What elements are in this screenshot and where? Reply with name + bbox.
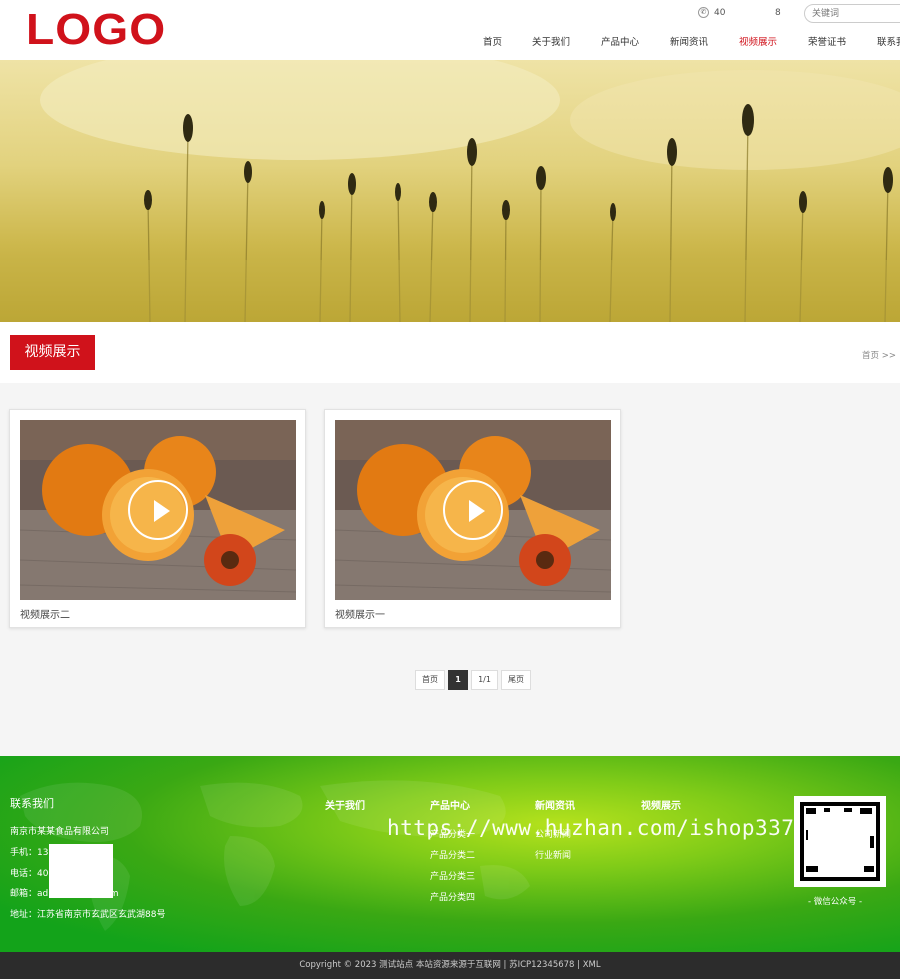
search-input[interactable] bbox=[804, 4, 900, 23]
footer-col-about[interactable]: 关于我们 bbox=[325, 797, 365, 812]
play-icon[interactable] bbox=[128, 480, 188, 540]
video-thumbnail[interactable] bbox=[335, 420, 611, 600]
wheat-field-image bbox=[0, 60, 900, 322]
section-header: 视频展示 首页 >> bbox=[0, 322, 900, 383]
footer-company: 南京市某某食品有限公司 bbox=[10, 827, 110, 837]
video-list-area: 视频展示二 视频展示一 首页 1 1/1 尾页 bbox=[0, 383, 900, 756]
video-title[interactable]: 视频展示二 bbox=[20, 606, 70, 621]
page-title: 视频展示 bbox=[10, 335, 95, 370]
video-title[interactable]: 视频展示一 bbox=[335, 606, 385, 621]
footer-mobile: 手机：13 bbox=[10, 848, 49, 858]
site-header: LOGO ✆ 40 8 首页 关于我们 产品中心 新闻资讯 视频展示 荣誉证书 … bbox=[0, 0, 900, 60]
nav-item-news[interactable]: 新闻资讯 bbox=[670, 34, 708, 48]
nav-item-home[interactable]: 首页 bbox=[483, 34, 502, 48]
footer-col-videos[interactable]: 视频展示 bbox=[641, 797, 681, 812]
site-logo[interactable]: LOGO bbox=[26, 7, 166, 53]
play-icon[interactable] bbox=[443, 480, 503, 540]
nav-item-videos[interactable]: 视频展示 bbox=[739, 34, 777, 48]
page-current-button[interactable]: 1 bbox=[448, 670, 468, 690]
footer-link-product-cat-2[interactable]: 产品分类二 bbox=[430, 848, 475, 861]
footer-tel: 电话：40 bbox=[10, 869, 49, 879]
site-footer: 联系我们 南京市某某食品有限公司 手机：13 电话：40 邮箱：adcom 地址… bbox=[0, 756, 900, 952]
qr-code-label: - 微信公众号 - bbox=[808, 897, 863, 907]
watermark-text: https://www.huzhan.com/ishop33781 bbox=[387, 816, 821, 840]
page-last-button[interactable]: 尾页 bbox=[501, 670, 531, 690]
footer-address: 地址：江苏省南京市玄武区玄武湖88号 bbox=[10, 910, 166, 920]
redaction-block bbox=[49, 844, 113, 898]
footer-col-products[interactable]: 产品中心 bbox=[430, 797, 470, 812]
footer-contact-heading: 联系我们 bbox=[10, 797, 54, 810]
breadcrumb[interactable]: 首页 >> bbox=[862, 349, 896, 361]
footer-link-product-cat-4[interactable]: 产品分类四 bbox=[430, 890, 475, 903]
phone-number: 40 bbox=[714, 8, 726, 18]
phone-number-tail: 8 bbox=[775, 8, 781, 18]
video-thumbnail[interactable] bbox=[20, 420, 296, 600]
nav-item-products[interactable]: 产品中心 bbox=[601, 34, 639, 48]
page-count: 1/1 bbox=[471, 670, 498, 690]
qr-code-icon bbox=[794, 796, 886, 887]
nav-item-about[interactable]: 关于我们 bbox=[532, 34, 570, 48]
copyright-bar: Copyright © 2023 测试站点 本站资源来源于互联网 | 苏ICP1… bbox=[0, 952, 900, 979]
page-first-button[interactable]: 首页 bbox=[415, 670, 445, 690]
video-card[interactable]: 视频展示一 bbox=[324, 409, 621, 628]
phone-icon: ✆ bbox=[698, 7, 709, 18]
footer-email-prefix: 邮箱：ad bbox=[10, 889, 49, 899]
video-card[interactable]: 视频展示二 bbox=[9, 409, 306, 628]
footer-link-product-cat-3[interactable]: 产品分类三 bbox=[430, 869, 475, 882]
wechat-qr-code bbox=[794, 796, 886, 887]
nav-item-honors[interactable]: 荣誉证书 bbox=[808, 34, 846, 48]
footer-col-news[interactable]: 新闻资讯 bbox=[535, 797, 575, 812]
nav-item-contact[interactable]: 联系我们 bbox=[877, 34, 900, 48]
footer-link-industry-news[interactable]: 行业新闻 bbox=[535, 848, 571, 861]
hero-banner bbox=[0, 60, 900, 322]
